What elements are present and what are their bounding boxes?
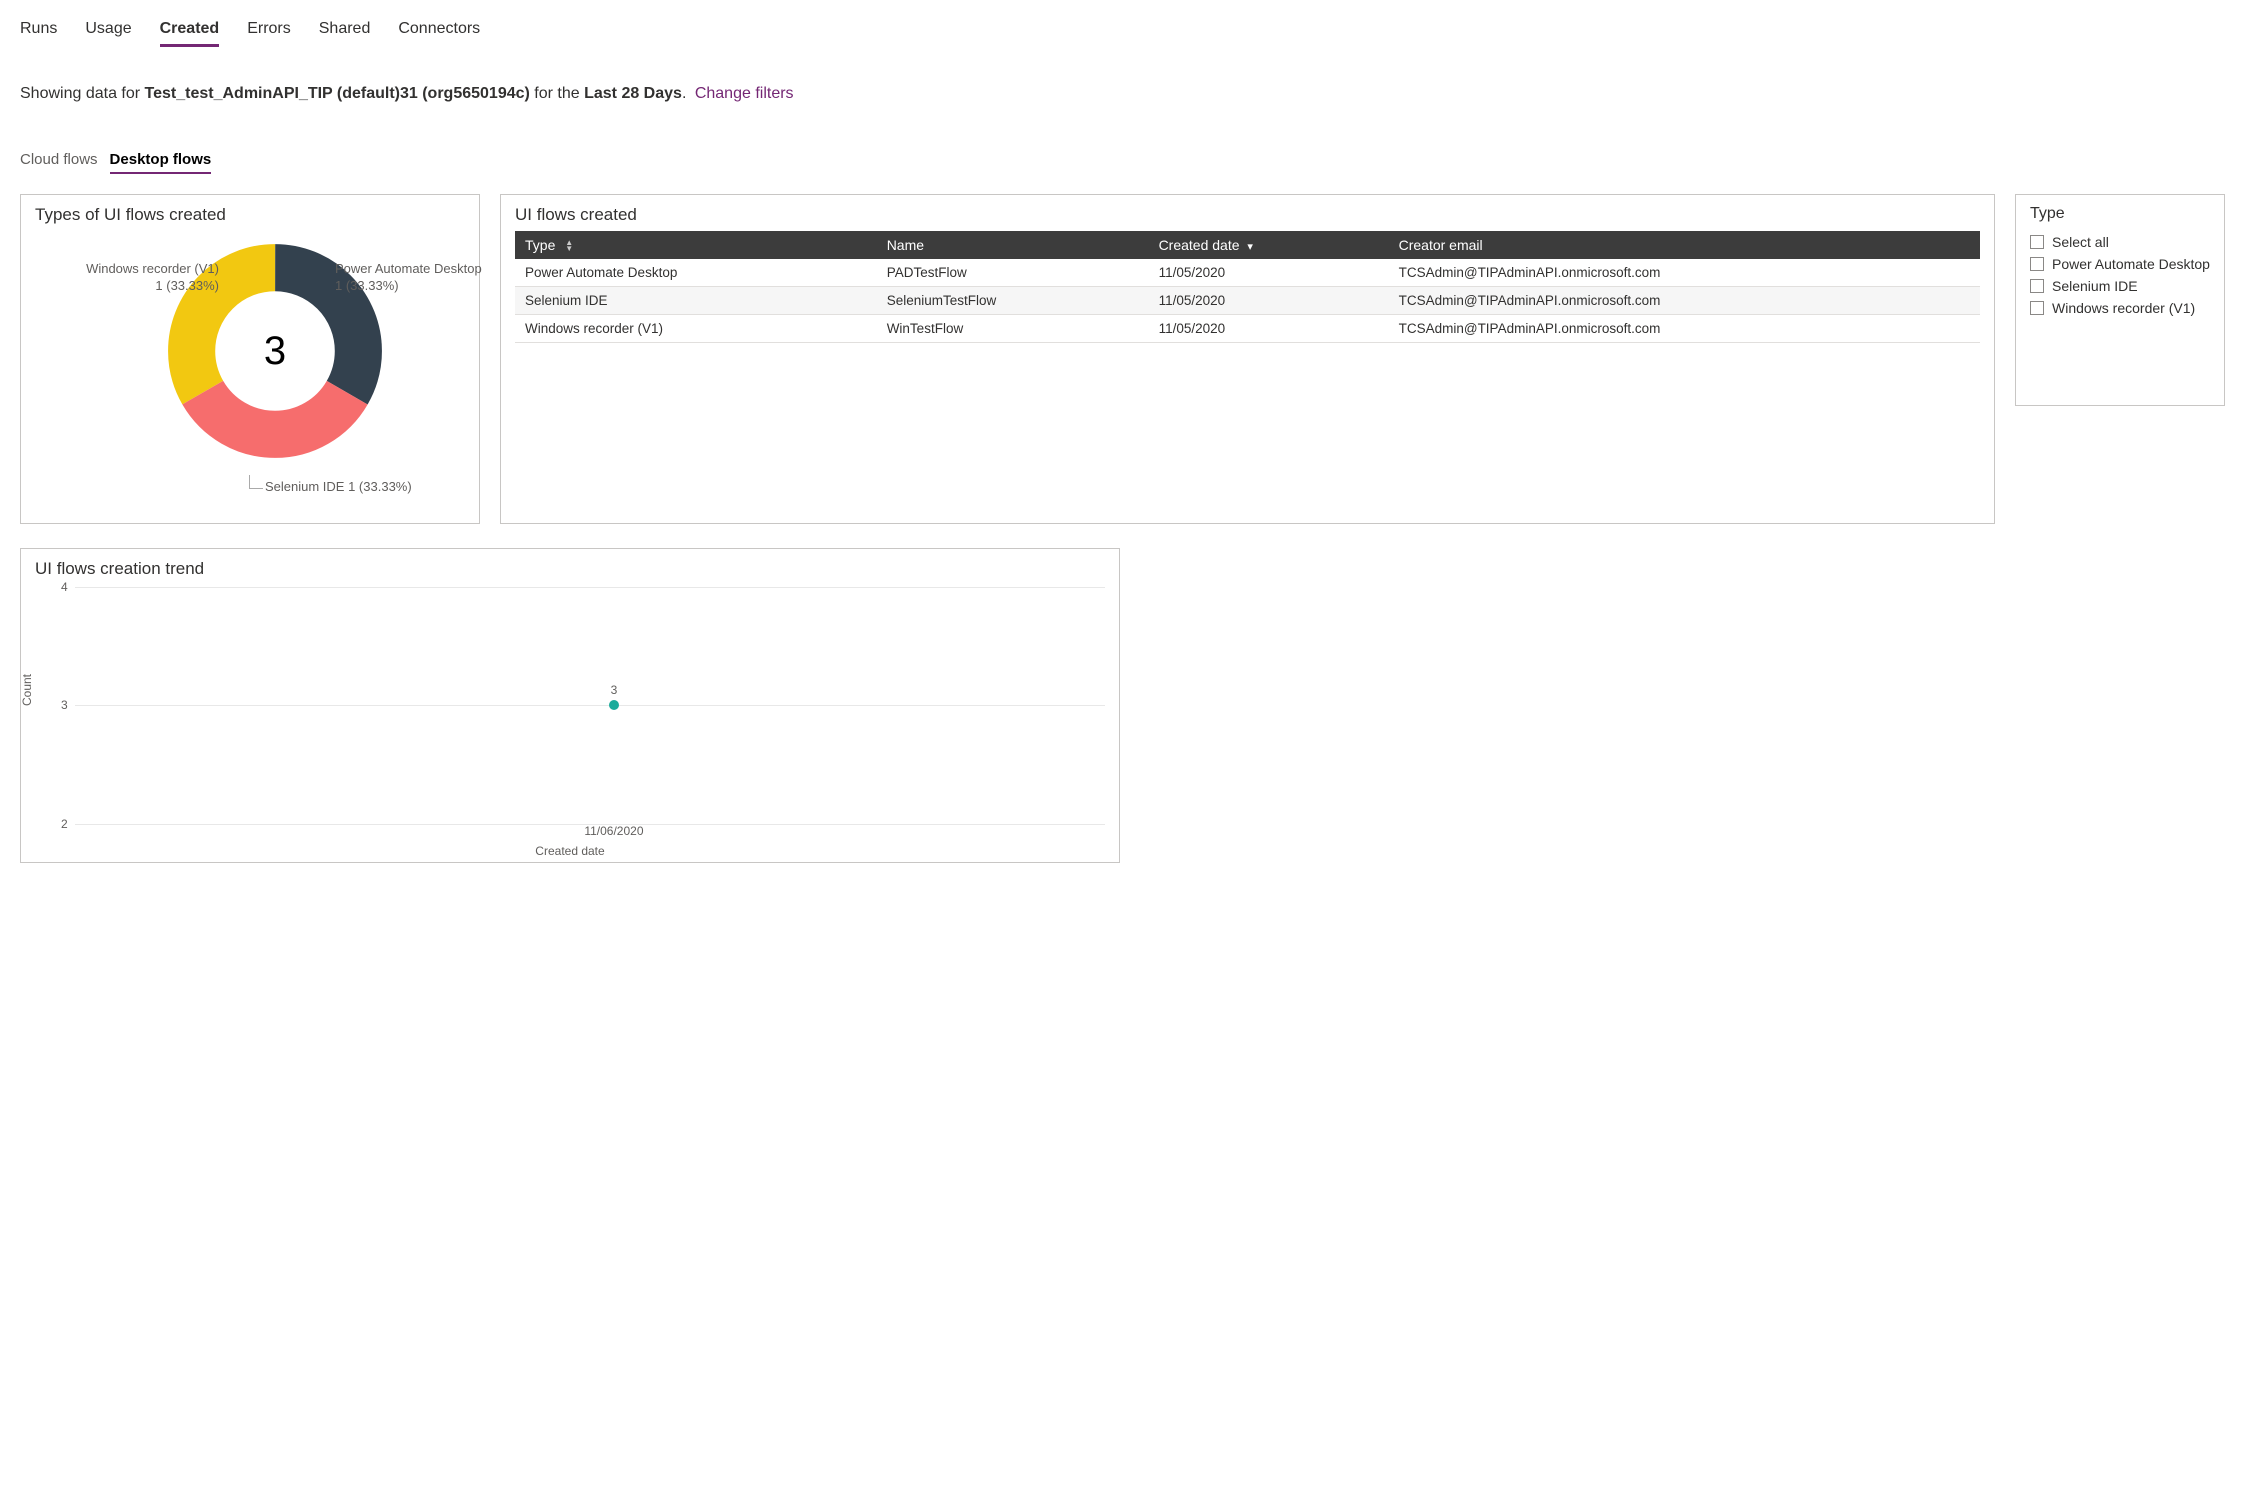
sub-tab-cloud-flows[interactable]: Cloud flows (20, 151, 98, 174)
sort-icon: ▲▼ (565, 240, 573, 252)
cell-type: Windows recorder (V1) (515, 315, 877, 343)
cell-name: WinTestFlow (877, 315, 1149, 343)
checkbox-icon[interactable] (2030, 235, 2044, 249)
filter-option-windows-recorder[interactable]: Windows recorder (V1) (2030, 297, 2210, 319)
card-title-trend: UI flows creation trend (35, 559, 1105, 579)
card-types-of-ui-flows: Types of UI flows created 3 Windows reco… (20, 194, 480, 524)
y-tick-3: 3 (61, 698, 68, 712)
cell-type: Selenium IDE (515, 287, 877, 315)
cell-type: Power Automate Desktop (515, 259, 877, 287)
donut-label-selenium-ide: Selenium IDE 1 (33.33%) (265, 479, 412, 496)
checkbox-icon[interactable] (2030, 301, 2044, 315)
filter-option-power-automate-desktop[interactable]: Power Automate Desktop (2030, 253, 2210, 275)
filter-suffix: . (682, 85, 691, 102)
filter-prefix: Showing data for (20, 85, 145, 102)
filter-option-selenium-ide[interactable]: Selenium IDE (2030, 275, 2210, 297)
donut-label-wr-line1: Windows recorder (V1) (86, 261, 219, 276)
card-title-table: UI flows created (515, 205, 1980, 225)
cell-name: SeleniumTestFlow (877, 287, 1149, 315)
filter-mid: for the (530, 85, 584, 102)
cell-name: PADTestFlow (877, 259, 1149, 287)
col-header-type[interactable]: Type ▲▼ (515, 231, 877, 259)
tab-created[interactable]: Created (160, 14, 220, 47)
gridline (75, 587, 1105, 588)
donut-label-wr-line2: 1 (33.33%) (155, 278, 219, 293)
card-type-filter: Type Select all Power Automate Desktop S… (2015, 194, 2225, 406)
tab-errors[interactable]: Errors (247, 14, 291, 47)
cell-email: TCSAdmin@TIPAdminAPI.onmicrosoft.com (1389, 287, 1980, 315)
x-axis-label: Created date (535, 844, 604, 858)
donut-label-windows-recorder: Windows recorder (V1) 1 (33.33%) (59, 261, 219, 295)
card-ui-flows-created: UI flows created Type ▲▼ Name Created da… (500, 194, 1995, 524)
filter-option-label: Select all (2052, 234, 2109, 250)
y-tick-2: 2 (61, 817, 68, 831)
filter-summary: Showing data for Test_test_AdminAPI_TIP … (20, 85, 2225, 103)
filter-env: Test_test_AdminAPI_TIP (default)31 (org5… (145, 85, 530, 102)
ui-flows-table: Type ▲▼ Name Created date ▾ Creator emai… (515, 231, 1980, 343)
table-row[interactable]: Windows recorder (V1) WinTestFlow 11/05/… (515, 315, 1980, 343)
flow-type-tabs: Cloud flows Desktop flows (20, 151, 2225, 174)
col-header-created-label: Created date (1159, 237, 1240, 253)
change-filters-link[interactable]: Change filters (695, 85, 794, 102)
tab-runs[interactable]: Runs (20, 14, 57, 47)
top-tabs: Runs Usage Created Errors Shared Connect… (20, 10, 2225, 47)
card-title-types: Types of UI flows created (35, 205, 465, 225)
cell-created: 11/05/2020 (1149, 287, 1389, 315)
col-header-name[interactable]: Name (877, 231, 1149, 259)
sub-tab-desktop-flows[interactable]: Desktop flows (110, 151, 212, 174)
donut-label-pad-line2: 1 (33.33%) (335, 278, 399, 293)
gridline (75, 705, 1105, 706)
cell-email: TCSAdmin@TIPAdminAPI.onmicrosoft.com (1389, 315, 1980, 343)
filter-option-label: Selenium IDE (2052, 278, 2138, 294)
cell-created: 11/05/2020 (1149, 315, 1389, 343)
filter-range: Last 28 Days (584, 85, 682, 102)
cell-email: TCSAdmin@TIPAdminAPI.onmicrosoft.com (1389, 259, 1980, 287)
tab-connectors[interactable]: Connectors (398, 14, 480, 47)
card-ui-flows-creation-trend: UI flows creation trend Count Created da… (20, 548, 1120, 863)
filter-option-select-all[interactable]: Select all (2030, 231, 2210, 253)
x-tick-label: 11/06/2020 (584, 824, 643, 838)
y-axis-label: Count (20, 673, 34, 705)
tab-shared[interactable]: Shared (319, 14, 371, 47)
col-header-type-label: Type (525, 237, 555, 253)
donut-label-tick (249, 475, 263, 489)
table-row[interactable]: Power Automate Desktop PADTestFlow 11/05… (515, 259, 1980, 287)
filter-option-label: Power Automate Desktop (2052, 256, 2210, 272)
table-row[interactable]: Selenium IDE SeleniumTestFlow 11/05/2020… (515, 287, 1980, 315)
data-point[interactable] (609, 700, 619, 710)
donut-label-pad-line1: Power Automate Desktop (335, 261, 482, 276)
col-header-created-date[interactable]: Created date ▾ (1149, 231, 1389, 259)
donut-chart[interactable]: 3 Windows recorder (V1) 1 (33.33%) Power… (35, 231, 465, 491)
checkbox-icon[interactable] (2030, 279, 2044, 293)
chevron-down-icon: ▾ (1247, 241, 1253, 253)
checkbox-icon[interactable] (2030, 257, 2044, 271)
y-tick-4: 4 (61, 580, 68, 594)
filter-title: Type (2030, 205, 2210, 223)
filter-option-label: Windows recorder (V1) (2052, 300, 2195, 316)
data-point-label: 3 (611, 683, 618, 697)
donut-label-power-automate-desktop: Power Automate Desktop 1 (33.33%) (335, 261, 495, 295)
tab-usage[interactable]: Usage (85, 14, 131, 47)
cell-created: 11/05/2020 (1149, 259, 1389, 287)
col-header-creator-email[interactable]: Creator email (1389, 231, 1980, 259)
